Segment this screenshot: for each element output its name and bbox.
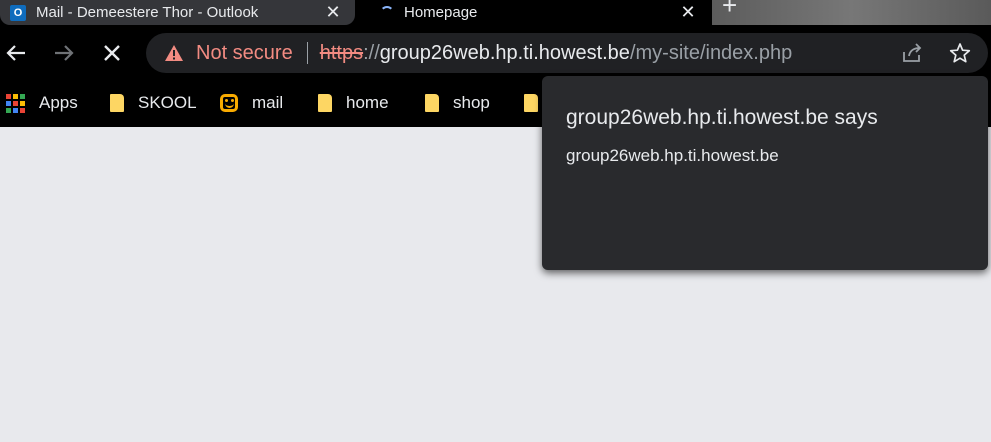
apps-grid-icon bbox=[6, 93, 25, 113]
tab-title: Homepage bbox=[404, 4, 478, 21]
address-bar[interactable]: Not secure https://group26web.hp.ti.howe… bbox=[146, 33, 988, 73]
bookmark-folder-home[interactable]: home bbox=[318, 90, 389, 116]
folder-icon bbox=[318, 94, 332, 112]
folder-icon bbox=[425, 94, 439, 112]
divider bbox=[306, 42, 308, 64]
url-text[interactable]: https://group26web.hp.ti.howest.be/my-si… bbox=[320, 42, 793, 65]
bookmark-label: Apps bbox=[39, 93, 78, 112]
star-icon bbox=[949, 43, 971, 63]
arrow-left-icon bbox=[6, 45, 25, 61]
outlook-icon: O bbox=[10, 4, 26, 21]
tabstrip-background bbox=[712, 0, 991, 25]
folder-icon bbox=[524, 94, 538, 112]
new-tab-button[interactable]: + bbox=[722, 0, 737, 18]
security-indicator[interactable]: Not secure bbox=[164, 42, 293, 65]
url-scheme: https bbox=[319, 41, 364, 64]
alert-dialog: group26web.hp.ti.howest.be says group26w… bbox=[542, 76, 988, 270]
share-icon bbox=[903, 43, 922, 62]
not-secure-label: Not secure bbox=[196, 41, 293, 64]
back-button[interactable] bbox=[0, 37, 32, 69]
bookmark-label: SKOOL bbox=[138, 93, 197, 112]
tab-homepage[interactable]: Homepage ✕ bbox=[362, 0, 710, 25]
bookmark-folder-shop[interactable]: shop bbox=[425, 90, 490, 116]
browser-toolbar: Not secure https://group26web.hp.ti.howe… bbox=[0, 25, 991, 80]
arrow-right-icon bbox=[55, 45, 74, 61]
close-tab-icon[interactable]: ✕ bbox=[321, 0, 345, 23]
bookmark-label: mail bbox=[252, 93, 284, 112]
tab-strip: O Mail - Demeestere Thor - Outlook ✕ Hom… bbox=[0, 0, 991, 25]
mail-app-icon bbox=[220, 94, 238, 112]
dialog-title: group26web.hp.ti.howest.be says bbox=[566, 106, 878, 129]
share-button[interactable] bbox=[900, 41, 924, 65]
close-tab-icon[interactable]: ✕ bbox=[676, 0, 700, 23]
tab-title: Mail - Demeestere Thor - Outlook bbox=[36, 4, 259, 21]
folder-icon bbox=[110, 94, 124, 112]
url-host: group26web.hp.ti.howest.be bbox=[379, 41, 630, 64]
bookmark-folder-skool[interactable]: SKOOL bbox=[110, 90, 197, 116]
bookmark-star-button[interactable] bbox=[948, 41, 972, 65]
forward-button[interactable] bbox=[48, 37, 80, 69]
tab-outlook-mail[interactable]: O Mail - Demeestere Thor - Outlook ✕ bbox=[0, 0, 355, 25]
bookmark-mail[interactable]: mail bbox=[220, 90, 283, 116]
close-icon bbox=[104, 45, 120, 61]
warning-triangle-icon bbox=[165, 45, 183, 61]
url-path: /my-site/index.php bbox=[629, 41, 793, 64]
bookmark-apps[interactable]: Apps bbox=[6, 90, 78, 116]
dialog-message: group26web.hp.ti.howest.be bbox=[566, 146, 779, 165]
url-separator: :// bbox=[363, 41, 380, 64]
bookmark-label: shop bbox=[453, 93, 490, 112]
stop-loading-button[interactable] bbox=[96, 37, 128, 69]
bookmark-label: home bbox=[346, 93, 389, 112]
loading-spinner-icon bbox=[380, 5, 394, 20]
plus-icon: + bbox=[722, 0, 738, 20]
